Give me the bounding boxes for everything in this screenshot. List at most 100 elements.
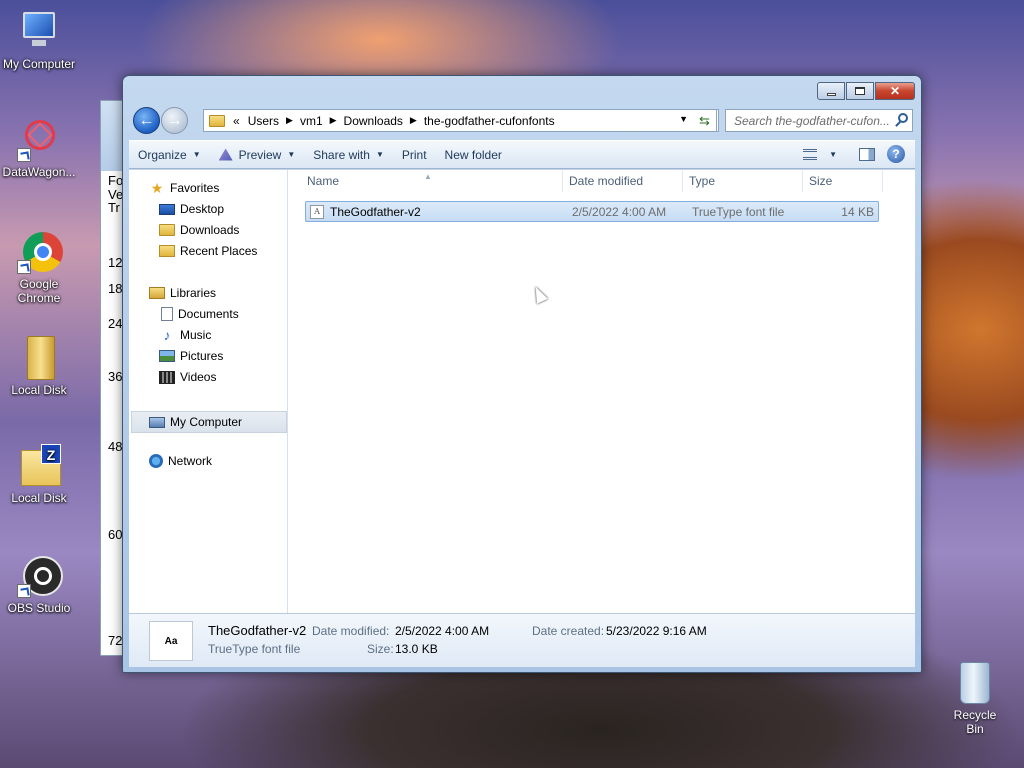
- breadcrumb-arrow-icon[interactable]: ▶: [407, 115, 420, 126]
- new-folder-button[interactable]: New folder: [436, 141, 511, 168]
- desktop-icon-label: My Computer: [2, 57, 76, 71]
- file-row[interactable]: A TheGodfather-v2 2/5/2022 4:00 AM TrueT…: [305, 201, 879, 222]
- nav-downloads[interactable]: Downloads: [159, 223, 239, 237]
- nav-favorites[interactable]: ★ Favorites: [149, 180, 220, 196]
- desktop-icon-datawagon[interactable]: DataWagon...: [0, 115, 78, 179]
- breadcrumb-arrow-icon[interactable]: ▶: [283, 115, 296, 126]
- zip-folder-icon: Z: [17, 444, 61, 488]
- desktop-icon-label: Local Disk: [11, 383, 67, 397]
- preview-pane-icon[interactable]: [859, 147, 875, 161]
- chevron-down-icon: ▼: [287, 150, 296, 159]
- search-icon[interactable]: [898, 113, 908, 123]
- breadcrumb-vm1[interactable]: vm1: [296, 114, 327, 128]
- desktop-icon-my-computer[interactable]: My Computer: [0, 10, 78, 71]
- desktop-icon-obs-studio[interactable]: OBS Studio: [0, 554, 78, 615]
- help-icon[interactable]: ?: [887, 145, 905, 163]
- command-bar: Organize ▼ Preview ▼ Share with ▼ Print New…: [129, 140, 915, 169]
- print-button[interactable]: Print: [393, 141, 436, 168]
- file-name-cell: A TheGodfather-v2: [306, 204, 568, 219]
- mouse-cursor-icon: [530, 284, 548, 304]
- desktop-icon-label: Google Chrome: [17, 277, 61, 305]
- network-icon: [149, 454, 163, 468]
- downloads-folder-icon: [159, 224, 175, 236]
- nav-music[interactable]: ♪ Music: [159, 328, 212, 342]
- font-preview-icon: [218, 148, 233, 161]
- details-date-created: 5/23/2022 9:16 AM: [606, 624, 707, 638]
- nav-network[interactable]: Network: [149, 454, 212, 468]
- bg-text-line: Tr: [108, 200, 120, 216]
- nav-label: Videos: [180, 370, 217, 384]
- nav-label: Desktop: [180, 202, 225, 216]
- details-size: 13.0 KB: [395, 642, 438, 656]
- pictures-icon: [159, 350, 175, 362]
- documents-icon: [161, 307, 173, 321]
- datawagon-icon: [17, 115, 61, 162]
- breadcrumb-current-folder[interactable]: the-godfather-cufonfonts: [420, 114, 559, 128]
- videos-icon: [159, 370, 175, 384]
- organize-button[interactable]: Organize ▼: [129, 141, 210, 168]
- back-arrow-icon: ←: [138, 111, 155, 129]
- column-size[interactable]: Size: [803, 170, 883, 192]
- caption-buttons: ✕: [816, 82, 915, 100]
- column-date-modified[interactable]: Date modified: [563, 170, 683, 192]
- share-with-label: Share with: [313, 147, 370, 162]
- desktop-icon-local-disk-2[interactable]: Z Local Disk: [0, 444, 78, 505]
- breadcrumb-arrow-icon[interactable]: ▶: [327, 115, 340, 126]
- chevron-down-icon: ▼: [192, 150, 201, 159]
- explorer-body: ★ Favorites Desktop Downloads Recent Plac…: [129, 170, 915, 613]
- breadcrumb-overflow[interactable]: «: [229, 114, 244, 128]
- back-button[interactable]: ←: [133, 107, 160, 134]
- nav-label: Documents: [178, 307, 239, 321]
- font-file-icon: A: [310, 204, 324, 219]
- breadcrumb-users[interactable]: Users: [244, 114, 283, 128]
- address-dropdown-icon[interactable]: ▼: [679, 114, 688, 124]
- desktop-icon-label: OBS Studio: [7, 601, 71, 615]
- minimize-icon: [826, 92, 836, 96]
- refresh-button[interactable]: ⇆: [693, 109, 717, 132]
- details-file-name: TheGodfather-v2: [208, 623, 307, 638]
- refresh-icon: ⇆: [699, 112, 710, 128]
- nav-recent-places[interactable]: Recent Places: [159, 244, 257, 258]
- column-type[interactable]: Type: [683, 170, 803, 192]
- file-name: TheGodfather-v2: [330, 204, 421, 219]
- nav-pictures[interactable]: Pictures: [159, 349, 223, 363]
- views-icon[interactable]: [803, 148, 818, 160]
- column-name[interactable]: Name ▲: [289, 170, 563, 192]
- bg-size-number: 12: [108, 255, 123, 270]
- bg-size-number: 72: [108, 633, 123, 648]
- desktop-icon-local-disk-1[interactable]: Local Disk: [0, 336, 78, 397]
- share-with-button[interactable]: Share with ▼: [304, 141, 393, 168]
- details-size-label: Size:: [367, 642, 394, 656]
- search-input[interactable]: Search the-godfather-cufon...: [725, 109, 913, 132]
- nav-label: My Computer: [170, 415, 243, 429]
- column-label: Type: [689, 174, 716, 188]
- nav-documents[interactable]: Documents: [159, 307, 239, 321]
- shortcut-arrow-icon: [17, 260, 31, 274]
- maximize-button[interactable]: [846, 82, 874, 100]
- maximize-icon: [855, 87, 865, 95]
- desktop-icon-recycle-bin[interactable]: Recycle Bin: [944, 662, 1006, 736]
- file-size: 14 KB: [841, 204, 874, 219]
- address-bar[interactable]: « Users ▶ vm1 ▶ Downloads ▶ the-godfathe…: [203, 109, 719, 132]
- preview-button[interactable]: Preview ▼: [210, 141, 305, 168]
- nav-desktop[interactable]: Desktop: [159, 202, 224, 216]
- desktop-icon: [159, 203, 175, 215]
- nav-my-computer[interactable]: My Computer: [131, 411, 287, 433]
- bg-size-number: 60: [108, 527, 123, 542]
- folder-icon: [209, 114, 225, 127]
- chrome-icon: [17, 230, 63, 274]
- desktop-icon-google-chrome[interactable]: Google Chrome: [0, 230, 78, 305]
- nav-libraries[interactable]: Libraries: [149, 286, 216, 300]
- chevron-down-icon[interactable]: ▼: [829, 150, 837, 159]
- close-button[interactable]: ✕: [875, 82, 915, 100]
- breadcrumb-downloads[interactable]: Downloads: [340, 114, 407, 128]
- sort-ascending-icon: ▲: [424, 172, 432, 181]
- libraries-icon: [149, 287, 165, 299]
- nav-videos[interactable]: Videos: [159, 370, 216, 384]
- computer-icon: [17, 10, 61, 54]
- star-icon: ★: [150, 180, 164, 196]
- file-type: TrueType font file: [692, 204, 785, 219]
- minimize-button[interactable]: [817, 82, 845, 100]
- forward-button[interactable]: →: [161, 107, 188, 134]
- bg-size-number: 24: [108, 316, 123, 331]
